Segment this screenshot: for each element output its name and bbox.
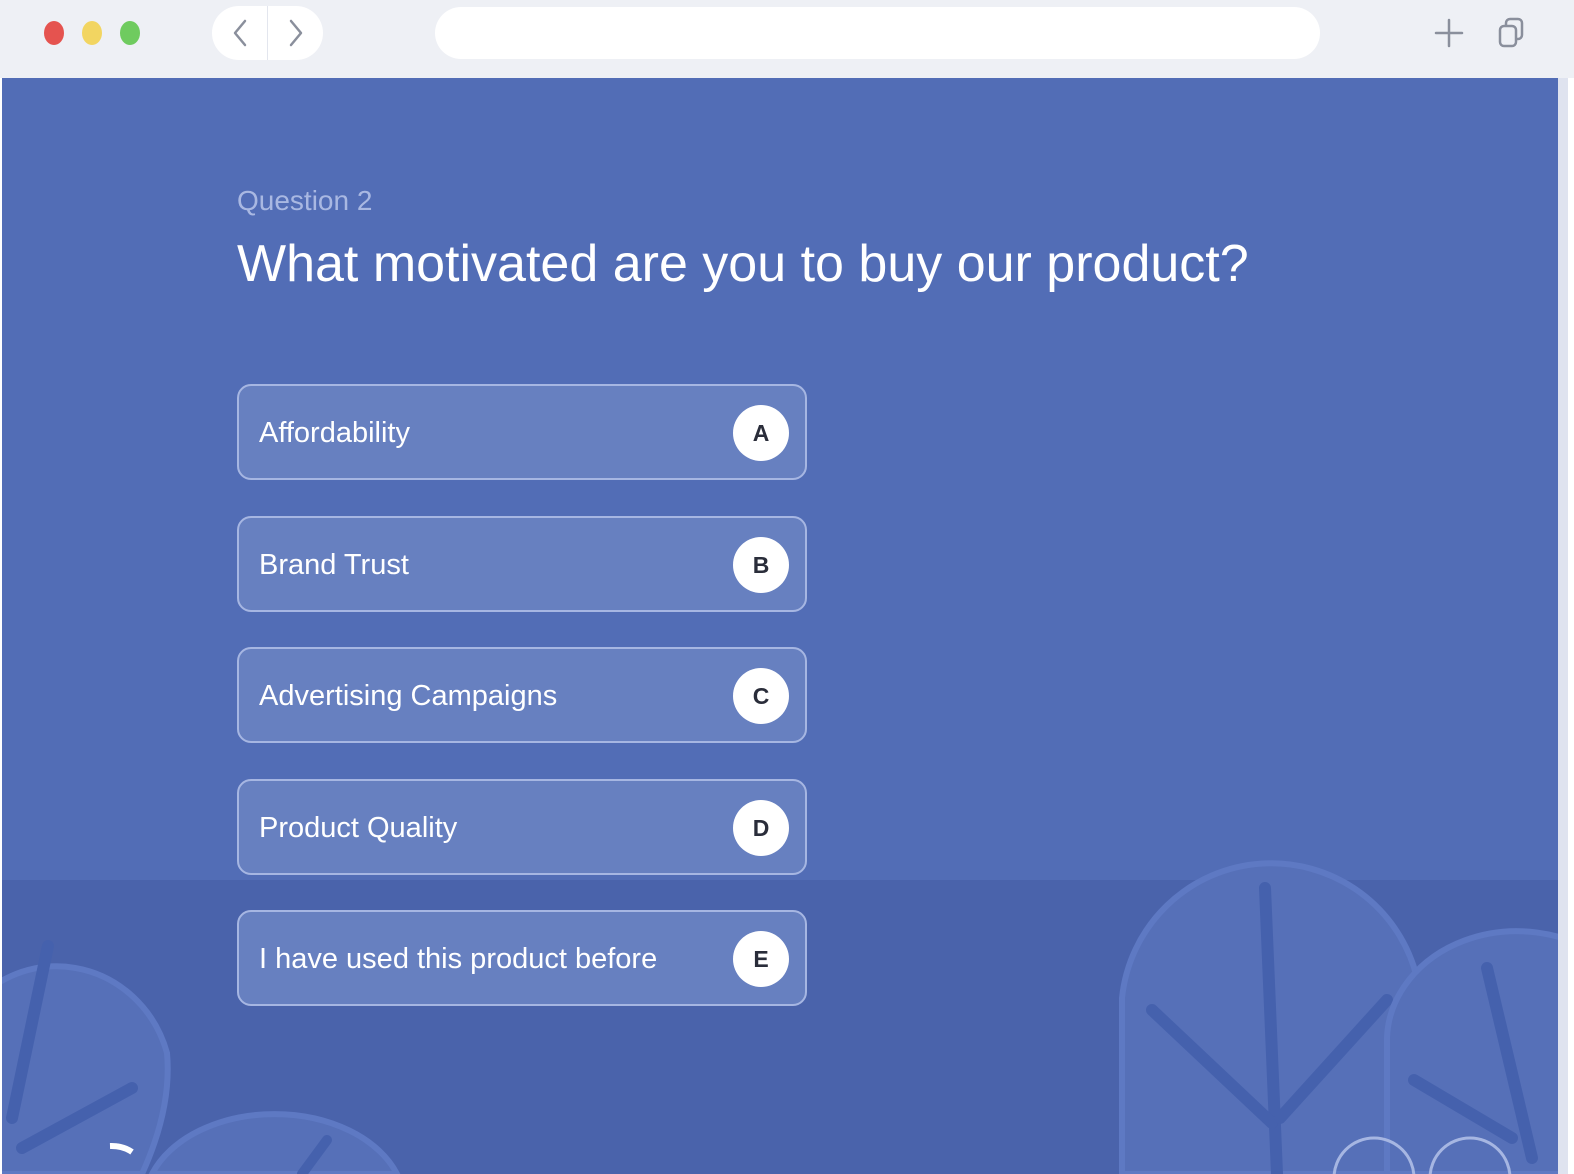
back-button[interactable]: [212, 6, 267, 60]
maximize-window-dot[interactable]: [120, 21, 140, 45]
address-bar[interactable]: [435, 7, 1320, 59]
choice-option-e[interactable]: I have used this product before E: [237, 910, 807, 1006]
close-window-dot[interactable]: [44, 21, 64, 45]
question-number: Question 2: [237, 185, 373, 216]
new-tab-button[interactable]: [1432, 14, 1466, 52]
choice-label: Brand Trust: [259, 549, 409, 581]
choice-key-badge: B: [733, 537, 789, 593]
scrollbar-track[interactable]: [1558, 78, 1568, 1174]
choice-option-a[interactable]: Affordability A: [237, 384, 807, 480]
copy-icon: [1498, 17, 1524, 48]
choice-key-badge: C: [733, 668, 789, 724]
minimize-window-dot[interactable]: [82, 21, 102, 45]
browser-toolbar: [0, 0, 1574, 78]
choice-label: I have used this product before: [259, 943, 658, 975]
navigation-buttons: [212, 6, 323, 60]
choice-key-badge: A: [733, 405, 789, 461]
forward-button[interactable]: [268, 6, 323, 60]
chevron-right-icon: [289, 19, 302, 47]
choice-label: Product Quality: [259, 812, 458, 844]
tab-overview-button[interactable]: [1494, 14, 1528, 52]
choice-option-b[interactable]: Brand Trust B: [237, 516, 807, 612]
survey-page: Question 2 What motivated are you to buy…: [2, 78, 1558, 1174]
choice-key-badge: E: [733, 931, 789, 987]
plus-icon: [1434, 18, 1464, 48]
choice-option-c[interactable]: Advertising Campaigns C: [237, 647, 807, 743]
chevron-left-icon: [233, 19, 246, 47]
choice-label: Affordability: [259, 417, 410, 449]
choice-key-badge: D: [733, 800, 789, 856]
choice-option-d[interactable]: Product Quality D: [237, 779, 807, 875]
question-title: What motivated are you to buy our produc…: [237, 235, 1249, 293]
choice-label: Advertising Campaigns: [259, 680, 558, 712]
question-header: Question 2 What motivated are you to buy…: [237, 182, 1437, 296]
